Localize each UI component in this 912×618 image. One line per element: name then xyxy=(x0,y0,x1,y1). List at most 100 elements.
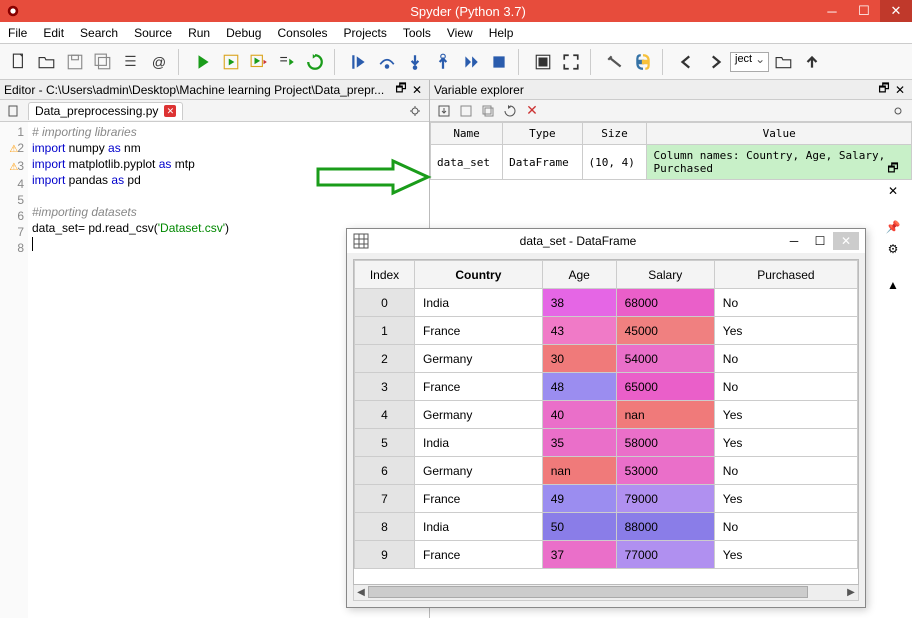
menu-debug[interactable]: Debug xyxy=(226,26,261,40)
menu-help[interactable]: Help xyxy=(489,26,514,40)
preferences-button[interactable] xyxy=(602,49,628,75)
maximize-pane-button[interactable] xyxy=(530,49,556,75)
horizontal-scrollbar[interactable]: ◀ ▶ xyxy=(353,585,859,601)
dock-find-icon[interactable]: 📌 xyxy=(884,218,902,236)
menu-projects[interactable]: Projects xyxy=(344,26,387,40)
parent-dir-button[interactable] xyxy=(799,49,825,75)
import-data-button[interactable] xyxy=(434,102,454,120)
varexp-close-button[interactable]: ✕ xyxy=(892,83,908,97)
annotation-arrow xyxy=(313,157,433,200)
file-list-button[interactable] xyxy=(4,102,24,120)
dataframe-table[interactable]: IndexCountryAgeSalaryPurchased0India3868… xyxy=(354,260,858,569)
step-out-button[interactable] xyxy=(430,49,456,75)
scroll-right-arrow[interactable]: ▶ xyxy=(844,585,858,599)
editor-options-button[interactable] xyxy=(405,102,425,120)
dock-gear-icon[interactable]: ⚙ xyxy=(884,240,902,258)
open-file-button[interactable] xyxy=(34,49,60,75)
variable-row[interactable]: data_set DataFrame (10, 4) Column names:… xyxy=(431,145,912,180)
minimize-button[interactable]: ─ xyxy=(816,0,848,22)
save-data-button[interactable] xyxy=(456,102,476,120)
menu-tools[interactable]: Tools xyxy=(403,26,431,40)
back-button[interactable] xyxy=(674,49,700,75)
scroll-left-arrow[interactable]: ◀ xyxy=(354,585,368,599)
file-tab-close-icon[interactable]: ✕ xyxy=(164,105,176,117)
df-row[interactable]: 9France3777000Yes xyxy=(355,541,858,569)
df-col-index[interactable]: Index xyxy=(355,261,415,289)
menu-file[interactable]: File xyxy=(8,26,27,40)
rerun-button[interactable] xyxy=(302,49,328,75)
run-selection-button[interactable] xyxy=(274,49,300,75)
refresh-button[interactable] xyxy=(500,102,520,120)
df-row[interactable]: 8India5088000No xyxy=(355,513,858,541)
outline-button[interactable] xyxy=(118,49,144,75)
df-col-salary[interactable]: Salary xyxy=(616,261,714,289)
menu-view[interactable]: View xyxy=(447,26,473,40)
scroll-thumb[interactable] xyxy=(368,586,808,598)
at-button[interactable]: @ xyxy=(146,49,172,75)
step-into-button[interactable] xyxy=(402,49,428,75)
editor-header: Editor - C:\Users\admin\Desktop\Machine … xyxy=(0,80,429,100)
col-type[interactable]: Type xyxy=(503,123,582,145)
varexp-title: Variable explorer xyxy=(434,83,524,97)
forward-button[interactable] xyxy=(702,49,728,75)
df-row[interactable]: 6Germanynan53000No xyxy=(355,457,858,485)
new-file-button[interactable] xyxy=(6,49,32,75)
col-value[interactable]: Value xyxy=(647,123,912,145)
df-minimize-button[interactable]: ─ xyxy=(781,232,807,250)
df-col-age[interactable]: Age xyxy=(542,261,616,289)
run-cell-button[interactable] xyxy=(218,49,244,75)
dataframe-titlebar[interactable]: data_set - DataFrame ─ ☐ ✕ xyxy=(347,229,865,253)
menu-consoles[interactable]: Consoles xyxy=(277,26,327,40)
debug-play-button[interactable] xyxy=(346,49,372,75)
editor-undock-button[interactable]: 🗗 xyxy=(393,79,409,100)
menu-search[interactable]: Search xyxy=(80,26,118,40)
app-icon xyxy=(6,4,20,18)
var-value: Column names: Country, Age, Salary, Purc… xyxy=(647,145,912,180)
menu-source[interactable]: Source xyxy=(134,26,172,40)
working-dir-select[interactable]: ject xyxy=(730,52,769,72)
col-size[interactable]: Size xyxy=(582,123,647,145)
python-path-button[interactable] xyxy=(630,49,656,75)
browse-dir-button[interactable] xyxy=(771,49,797,75)
run-cell-advance-button[interactable] xyxy=(246,49,272,75)
df-row[interactable]: 1France4345000Yes xyxy=(355,317,858,345)
maximize-button[interactable]: ☐ xyxy=(848,0,880,22)
varexp-options-button[interactable] xyxy=(888,102,908,120)
dock-close-icon[interactable]: ✕ xyxy=(884,182,902,200)
fullscreen-button[interactable] xyxy=(558,49,584,75)
save-button[interactable] xyxy=(62,49,88,75)
continue-button[interactable] xyxy=(458,49,484,75)
varexp-toolbar: ✕ xyxy=(430,100,912,122)
df-row[interactable]: 4Germany40nanYes xyxy=(355,401,858,429)
save-all-button[interactable] xyxy=(90,49,116,75)
window-title: Spyder (Python 3.7) xyxy=(24,4,912,19)
file-tab-label: Data_preprocessing.py xyxy=(35,104,158,118)
save-data-as-button[interactable] xyxy=(478,102,498,120)
var-type: DataFrame xyxy=(503,145,582,180)
col-name[interactable]: Name xyxy=(431,123,503,145)
df-row[interactable]: 7France4979000Yes xyxy=(355,485,858,513)
dataframe-window: data_set - DataFrame ─ ☐ ✕ IndexCountryA… xyxy=(346,228,866,608)
editor-close-button[interactable]: ✕ xyxy=(409,83,425,97)
menu-edit[interactable]: Edit xyxy=(43,26,64,40)
menu-run[interactable]: Run xyxy=(188,26,210,40)
df-col-country[interactable]: Country xyxy=(415,261,543,289)
df-row[interactable]: 3France4865000No xyxy=(355,373,858,401)
df-close-button[interactable]: ✕ xyxy=(833,232,859,250)
close-button[interactable]: ✕ xyxy=(880,0,912,22)
step-over-button[interactable] xyxy=(374,49,400,75)
stop-debug-button[interactable] xyxy=(486,49,512,75)
main-toolbar: @ ject xyxy=(0,44,912,80)
df-row[interactable]: 0India3868000No xyxy=(355,289,858,317)
df-row[interactable]: 5India3558000Yes xyxy=(355,429,858,457)
df-row[interactable]: 2Germany3054000No xyxy=(355,345,858,373)
file-tab[interactable]: Data_preprocessing.py ✕ xyxy=(28,102,183,120)
run-button[interactable] xyxy=(190,49,216,75)
df-maximize-button[interactable]: ☐ xyxy=(807,232,833,250)
dock-undock-icon[interactable]: 🗗 xyxy=(884,160,902,178)
varexp-undock-button[interactable]: 🗗 xyxy=(876,79,892,100)
dock-up-icon[interactable]: ▲ xyxy=(884,276,902,294)
df-col-purchased[interactable]: Purchased xyxy=(714,261,857,289)
var-size: (10, 4) xyxy=(582,145,647,180)
delete-var-button[interactable]: ✕ xyxy=(522,102,542,120)
